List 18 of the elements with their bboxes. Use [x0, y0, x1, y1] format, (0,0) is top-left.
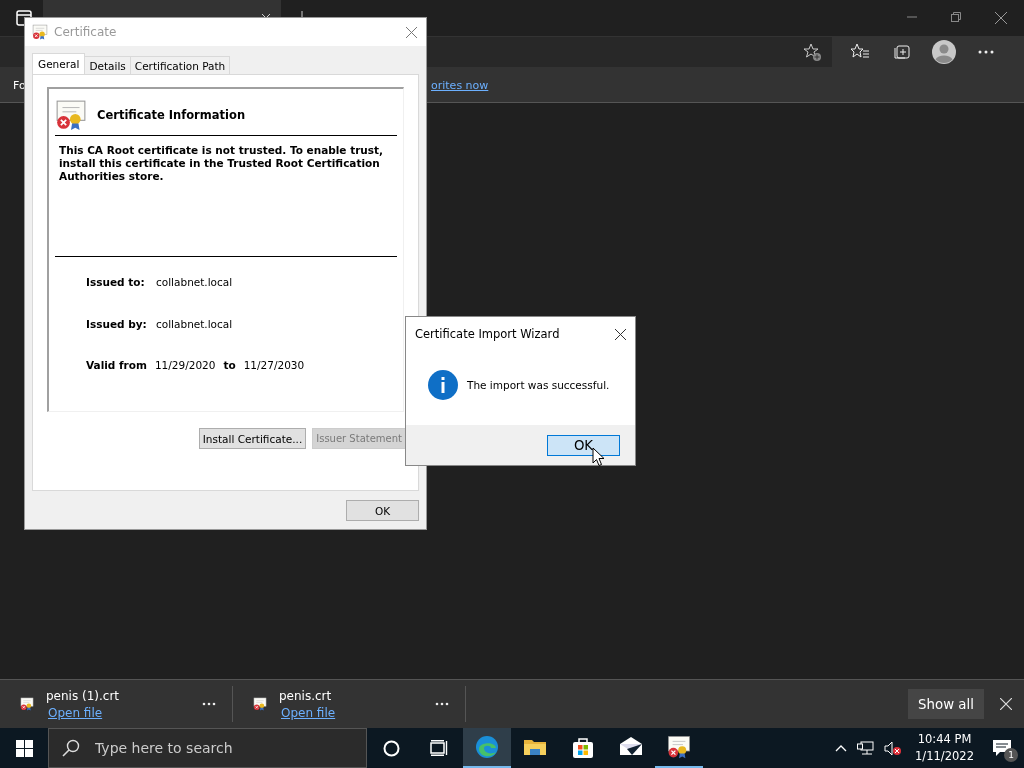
warning-message: This CA Root certificate is not trusted. To enable trust, install this certificate in the Trusted Root Certification Authorities store. — [55, 136, 397, 257]
field-label: Valid from — [86, 359, 147, 371]
time: 10:44 PM — [917, 731, 972, 748]
field-label: Issued by: — [86, 318, 148, 330]
notification-badge: 1 — [1004, 748, 1018, 762]
field-label: Issued to: — [86, 276, 146, 288]
heading: Certificate Information — [97, 108, 246, 122]
date: 1/11/2022 — [915, 748, 974, 765]
file-name: penis.crt — [279, 688, 333, 703]
message: The import was successful. — [467, 379, 610, 391]
field-label: to — [223, 359, 236, 371]
field-value: 11/27/2030 — [243, 359, 305, 371]
field-value: collabnet.local — [156, 276, 233, 288]
file-name: penis (1).crt — [46, 688, 121, 703]
window-title: Certificate — [54, 25, 118, 39]
window-title: Certificate Import Wizard — [415, 327, 560, 341]
field-value: 11/29/2020 — [154, 359, 216, 371]
field-value: collabnet.local — [156, 318, 233, 330]
